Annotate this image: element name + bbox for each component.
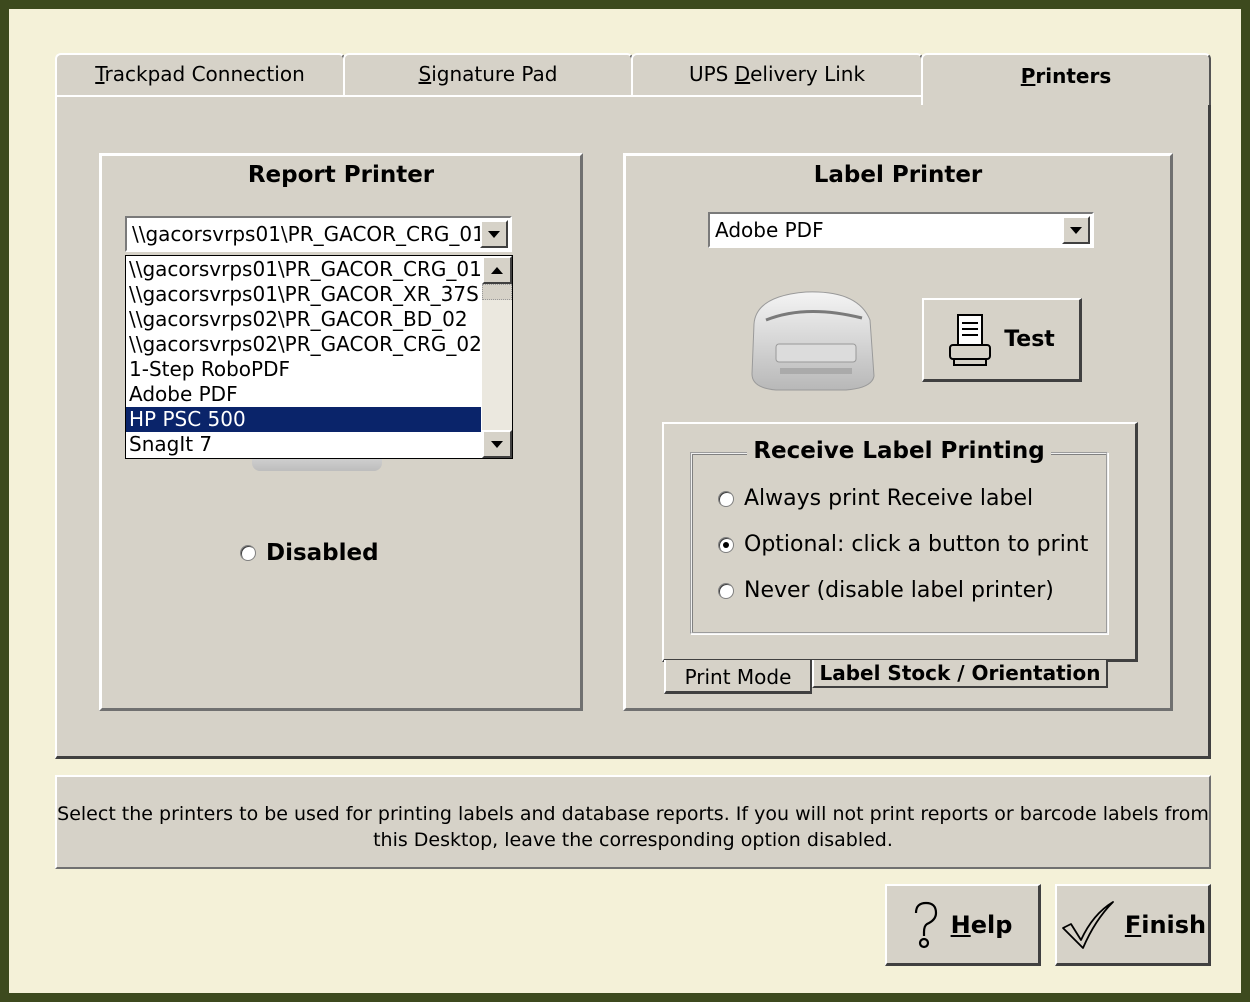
dropdown-scrollbar[interactable] — [482, 256, 512, 458]
dropdown-option[interactable]: 1-Step RoboPDF — [126, 357, 481, 382]
report-printer-disabled-radio[interactable]: Disabled — [240, 540, 379, 566]
tab-print-mode[interactable]: Print Mode — [664, 660, 812, 694]
dropdown-arrow-icon[interactable] — [480, 220, 508, 248]
dropdown-option[interactable]: \\gacorsvrps01\PR_GACOR_XR_37S — [126, 282, 481, 307]
dropdown-option[interactable]: \\gacorsvrps02\PR_GACOR_CRG_02 — [126, 332, 481, 357]
tab-mnemonic: T — [95, 62, 105, 86]
dropdown-options: \\gacorsvrps01\PR_GACOR_CRG_01 \\gacorsvr… — [126, 257, 481, 457]
tab-printers[interactable]: Printers — [921, 53, 1211, 105]
tab-label-stock-orientation[interactable]: Label Stock / Orientation — [812, 660, 1108, 688]
tab-trackpad-connection[interactable]: Trackpad Connection — [55, 53, 345, 97]
instruction-text-panel: Select the printers to be used for print… — [55, 775, 1211, 869]
dropdown-option[interactable]: HP PSC 500 — [126, 407, 481, 432]
dropdown-option[interactable]: Adobe PDF — [126, 382, 481, 407]
tab-signature-pad[interactable]: Signature Pad — [343, 53, 633, 97]
instruction-line-1: Select the printers to be used for print… — [57, 803, 1209, 825]
receive-option-radio[interactable]: Always print Receive label — [718, 486, 1033, 511]
scroll-thumb[interactable] — [482, 284, 512, 300]
report-printer-selected: \\gacorsvrps01\PR_GACOR_CRG_01 — [132, 222, 485, 246]
label-printer-selected: Adobe PDF — [715, 218, 824, 242]
report-printer-dropdown-list[interactable]: \\gacorsvrps01\PR_GACOR_CRG_01 \\gacorsvr… — [125, 255, 513, 459]
printer-icon — [949, 313, 992, 366]
tab-label-post: rackpad Connection — [104, 62, 305, 86]
receive-option-radio[interactable]: Optional: click a button to print — [718, 532, 1088, 557]
radio-icon[interactable] — [240, 545, 256, 561]
print-mode-panel: Receive Label Printing Always print Rece… — [662, 422, 1138, 662]
label-printer-title: Label Printer — [813, 162, 983, 188]
test-label: Test — [1004, 327, 1055, 352]
question-mark-icon — [914, 901, 937, 948]
test-button[interactable]: Test — [922, 298, 1082, 382]
dropdown-arrow-icon[interactable] — [1062, 216, 1090, 244]
scroll-down-icon[interactable] — [482, 430, 512, 458]
dropdown-option[interactable]: \\gacorsvrps01\PR_GACOR_CRG_01 — [126, 257, 481, 282]
label-printer-icon — [746, 284, 878, 396]
receive-option-radio[interactable]: Never (disable label printer) — [718, 578, 1054, 603]
receive-option-label: Never (disable label printer) — [744, 578, 1054, 603]
tab-label-post: elivery Link — [750, 62, 866, 86]
receive-option-label: Optional: click a button to print — [744, 532, 1089, 557]
tab-label-stock-label: Label Stock / Orientation — [819, 661, 1101, 685]
dropdown-option[interactable]: \\gacorsvrps02\PR_GACOR_BD_02 — [126, 307, 481, 332]
scroll-up-icon[interactable] — [482, 256, 512, 284]
receive-label-printing-group: Receive Label Printing Always print Rece… — [690, 438, 1108, 634]
tab-print-mode-label: Print Mode — [684, 665, 792, 689]
label-printer-group: Label Printer Adobe PDF Test Receive Lab… — [623, 153, 1173, 711]
radio-icon[interactable] — [718, 536, 734, 553]
tab-mnemonic: S — [418, 62, 432, 86]
help-button[interactable]: Help — [885, 884, 1041, 966]
receive-option-label: Always print Receive label — [744, 486, 1034, 511]
help-label: Help — [950, 910, 1013, 939]
printers-tab-panel: Report Printer \\gacorsvrps01\PR_GACOR_C… — [55, 95, 1211, 759]
tab-label-post: ignature Pad — [431, 62, 558, 86]
label-printer-combo[interactable]: Adobe PDF — [708, 212, 1094, 248]
checkmark-icon — [1061, 900, 1114, 949]
tab-ups-delivery-link[interactable]: UPS Delivery Link — [631, 53, 923, 97]
radio-icon[interactable] — [718, 490, 734, 507]
instruction-line-2: this Desktop, leave the corresponding op… — [373, 829, 893, 851]
tab-label-post: rinters — [1035, 64, 1112, 88]
report-printer-combo[interactable]: \\gacorsvrps01\PR_GACOR_CRG_01 — [125, 216, 512, 252]
disabled-label: Disabled — [266, 540, 379, 566]
wizard-window: Trackpad Connection Signature Pad UPS De… — [9, 9, 1241, 993]
report-printer-group: Report Printer \\gacorsvrps01\PR_GACOR_C… — [99, 153, 583, 711]
tab-mnemonic: D — [734, 62, 751, 86]
dropdown-option[interactable]: SnagIt 7 — [126, 432, 481, 457]
finish-button[interactable]: Finish — [1055, 884, 1211, 966]
receive-label-printing-title: Receive Label Printing — [692, 438, 1106, 464]
tab-label-pre: UPS — [688, 62, 735, 86]
tab-mnemonic: P — [1020, 64, 1036, 88]
radio-icon[interactable] — [718, 582, 734, 599]
report-printer-title: Report Printer — [247, 162, 435, 188]
finish-label: Finish — [1124, 910, 1207, 939]
